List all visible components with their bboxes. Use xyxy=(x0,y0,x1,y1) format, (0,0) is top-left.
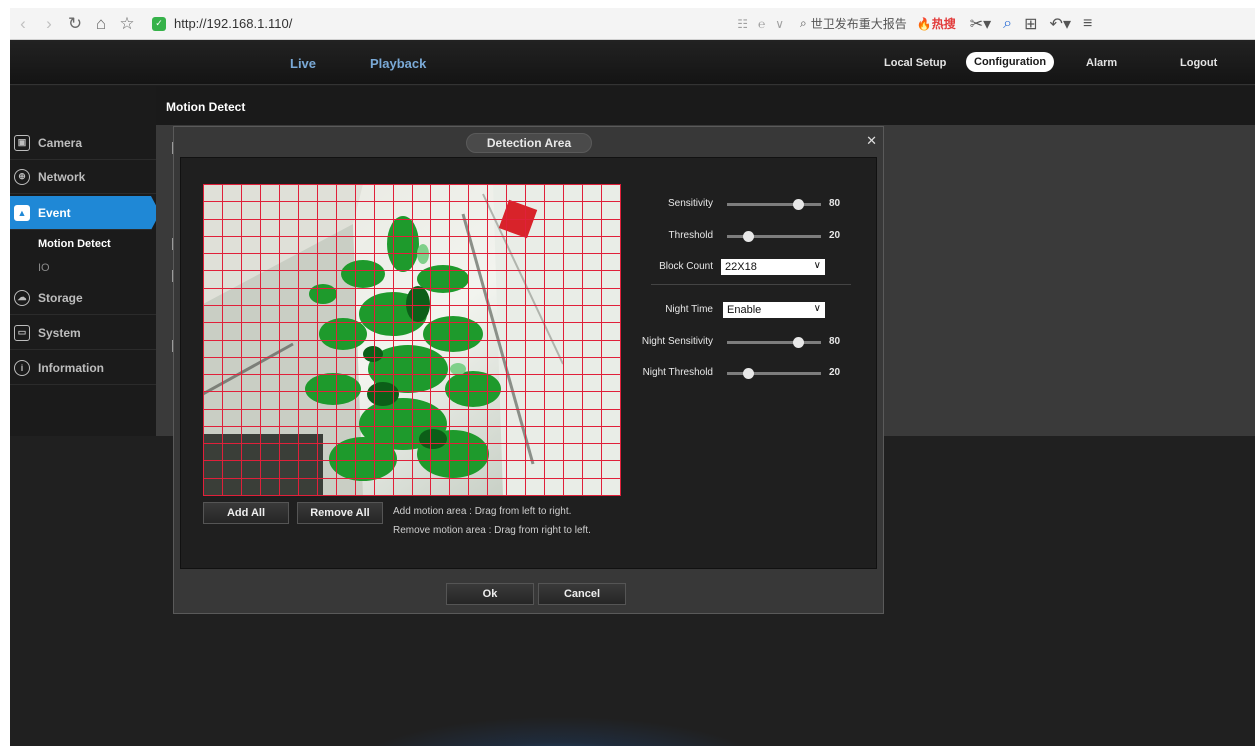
sidebar-item-label: System xyxy=(38,325,81,340)
block-count-label: Block Count xyxy=(659,261,713,272)
cancel-button[interactable]: Cancel xyxy=(538,583,626,605)
threshold-slider[interactable] xyxy=(727,235,821,238)
block-count-selected: 22X18 xyxy=(725,261,757,273)
storage-icon: ☁ xyxy=(14,289,30,306)
bookmark-star-icon[interactable]: ☆ xyxy=(114,11,140,37)
reload-icon[interactable]: ↻ xyxy=(62,11,88,37)
sidebar-subitem-io[interactable]: IO xyxy=(38,262,50,274)
threshold-label: Threshold xyxy=(668,230,713,241)
url-text: http://192.168.1.110/ xyxy=(174,16,293,31)
network-icon: ⊕ xyxy=(14,168,30,185)
chevron-down-icon[interactable]: ∨ xyxy=(775,17,784,31)
motion-grid-overlay[interactable] xyxy=(203,184,621,496)
browser-tools: ✂▾ ⌕ ⊞ ↶▾ ≡ xyxy=(970,14,1093,34)
sidebar-subitem-motion-detect[interactable]: Motion Detect xyxy=(38,238,111,250)
shield-icon: ✓ xyxy=(152,16,166,31)
threshold-slider-handle[interactable] xyxy=(743,231,754,242)
controls-divider xyxy=(651,284,851,285)
close-icon[interactable]: ✕ xyxy=(866,133,877,149)
back-arrow-icon[interactable]: ‹ xyxy=(10,11,36,37)
night-sensitivity-slider-handle[interactable] xyxy=(793,337,804,348)
sidebar-item-information[interactable]: i Information xyxy=(10,351,160,385)
undo-icon[interactable]: ↶▾ xyxy=(1050,14,1071,34)
sidebar-item-event[interactable]: ▲ Event xyxy=(10,196,160,230)
search-hint: 世卫发布重大报告 xyxy=(810,17,907,31)
sidebar-item-label: Camera xyxy=(38,135,83,150)
sensitivity-label: Sensitivity xyxy=(667,198,713,209)
night-threshold-slider[interactable] xyxy=(727,372,821,375)
sensitivity-value: 80 xyxy=(829,198,841,209)
night-sensitivity-label: Night Sensitivity xyxy=(641,336,713,347)
dialog-title: Detection Area xyxy=(466,133,592,153)
help-remove-text: Remove motion area : Drag from right to … xyxy=(393,525,591,536)
night-time-label: Night Time xyxy=(665,304,713,315)
hot-search-badge[interactable]: 🔥热搜 xyxy=(917,15,956,32)
browser-toolbar: ‹ › ↻ ⌂ ☆ ✓ http://192.168.1.110/ ☷ ℮ ∨ … xyxy=(10,8,1255,40)
night-threshold-value: 20 xyxy=(829,367,841,378)
dialog-body: Add All Remove All Add motion area : Dra… xyxy=(180,157,877,569)
dialog-header: Detection Area ✕ xyxy=(174,127,883,157)
camera-preview[interactable] xyxy=(203,184,621,496)
remove-all-button[interactable]: Remove All xyxy=(297,502,383,524)
nav-local-setup[interactable]: Local Setup xyxy=(884,57,946,69)
system-icon: ▭ xyxy=(14,324,30,341)
detection-area-dialog: Detection Area ✕ Add All Remove All Add … xyxy=(173,126,884,614)
menu-icon[interactable]: ≡ xyxy=(1083,15,1092,33)
sidebar-item-storage[interactable]: ☁ Storage xyxy=(10,281,160,315)
help-add-text: Add motion area : Drag from left to righ… xyxy=(393,506,572,517)
sidebar-item-label: Event xyxy=(38,205,71,220)
chevron-down-icon: ∨ xyxy=(813,303,821,314)
address-bar[interactable]: ✓ http://192.168.1.110/ ☷ ℮ ∨ xyxy=(146,11,790,36)
night-sensitivity-slider[interactable] xyxy=(727,341,821,344)
footer-glow xyxy=(340,716,780,746)
ok-button[interactable]: Ok xyxy=(446,583,534,605)
nav-logout[interactable]: Logout xyxy=(1180,57,1217,69)
night-time-selected: Enable xyxy=(727,304,762,316)
sidebar: ▣ Camera ⊕ Network ▲ Event Motion Detect… xyxy=(10,86,160,446)
content-header: Motion Detect xyxy=(156,86,1255,126)
night-sensitivity-value: 80 xyxy=(829,336,841,347)
browser-search[interactable]: ⌕ 世卫发布重大报告 xyxy=(800,15,907,32)
camera-icon: ▣ xyxy=(14,134,30,151)
page-title: Motion Detect xyxy=(166,100,246,114)
top-navigation: Live Playback Local Setup Configuration … xyxy=(10,40,1255,85)
ip-camera-app: Live Playback Local Setup Configuration … xyxy=(10,40,1255,746)
nav-alarm[interactable]: Alarm xyxy=(1086,57,1117,69)
search-icon: ⌕ xyxy=(800,16,807,30)
night-time-select[interactable]: Enable ∨ xyxy=(723,302,825,318)
scissors-icon[interactable]: ✂▾ xyxy=(970,14,991,34)
event-icon: ▲ xyxy=(14,204,30,221)
ie-mode-icon[interactable]: ℮ xyxy=(758,17,765,31)
sidebar-item-label: Network xyxy=(38,169,86,184)
sidebar-item-label: Storage xyxy=(38,290,83,305)
sidebar-item-system[interactable]: ▭ System xyxy=(10,316,160,350)
nav-live[interactable]: Live xyxy=(290,56,316,71)
grid-view-icon[interactable]: ☷ xyxy=(737,17,748,31)
block-count-select[interactable]: 22X18 ∨ xyxy=(721,259,825,275)
sidebar-item-camera[interactable]: ▣ Camera xyxy=(10,126,160,160)
sidebar-item-label: Information xyxy=(38,360,104,375)
home-icon[interactable]: ⌂ xyxy=(88,11,114,37)
night-threshold-label: Night Threshold xyxy=(642,367,713,378)
night-threshold-slider-handle[interactable] xyxy=(743,368,754,379)
nav-playback[interactable]: Playback xyxy=(370,56,426,71)
sidebar-item-network[interactable]: ⊕ Network xyxy=(10,160,160,194)
address-bar-actions: ☷ ℮ ∨ xyxy=(737,17,790,31)
add-all-button[interactable]: Add All xyxy=(203,502,289,524)
threshold-value: 20 xyxy=(829,230,841,241)
search-tool-icon[interactable]: ⌕ xyxy=(1003,15,1012,33)
sensitivity-slider[interactable] xyxy=(727,203,821,206)
sensitivity-slider-handle[interactable] xyxy=(793,199,804,210)
info-icon: i xyxy=(14,359,30,376)
chevron-down-icon: ∨ xyxy=(813,260,821,271)
apps-icon[interactable]: ⊞ xyxy=(1024,14,1037,34)
nav-configuration[interactable]: Configuration xyxy=(966,52,1055,72)
forward-arrow-icon[interactable]: › xyxy=(36,11,62,37)
